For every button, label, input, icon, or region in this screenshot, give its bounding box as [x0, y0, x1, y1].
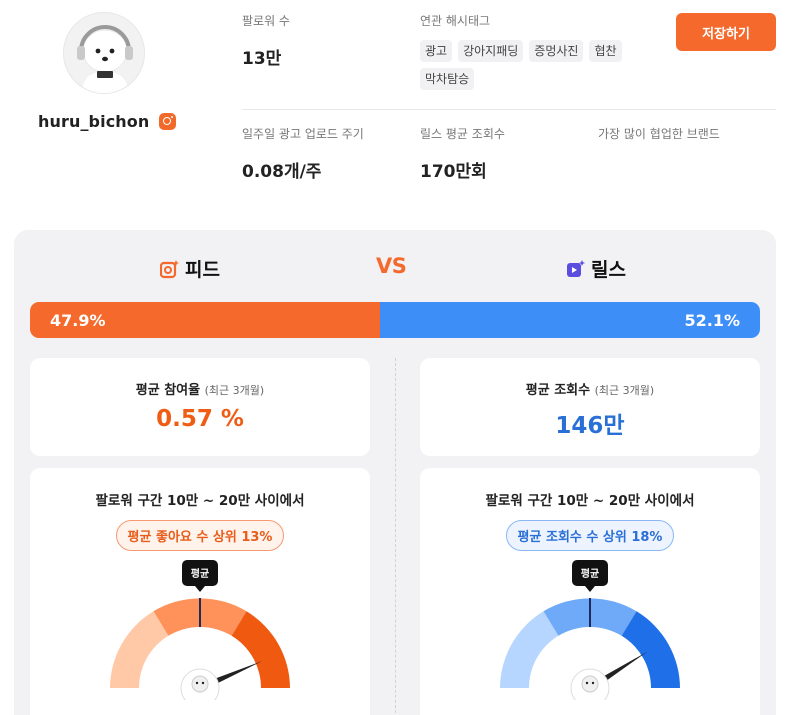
- feed-header: 피드: [160, 255, 220, 282]
- reels-views-label: 릴스 평균 조회수: [420, 127, 505, 141]
- gauge-segment: [110, 611, 169, 688]
- reels-gauge: 평균: [500, 560, 680, 700]
- reels-header: 릴스: [566, 255, 626, 282]
- average-tag-text: 평균: [581, 567, 599, 580]
- ad-upload-value: 0.08개/주: [242, 162, 322, 182]
- feed-rank-badge: 평균 좋아요 수 상위 13%: [115, 520, 285, 551]
- hashtag-chip[interactable]: 강아지패딩: [458, 40, 524, 62]
- views-title-text: 평균 조회수: [525, 383, 591, 398]
- hashtag-chip[interactable]: 광고: [420, 40, 453, 62]
- engagement-title: 평균 참여율 (최근 3개월): [30, 379, 370, 398]
- column-divider: [395, 358, 396, 715]
- feed-gauge: 평균: [110, 560, 290, 700]
- reels-title: 릴스: [591, 259, 626, 281]
- feed-share-label: 47.9%: [50, 310, 106, 330]
- engagement-title-text: 평균 참여율: [135, 383, 201, 398]
- gauge-segment: [621, 611, 680, 688]
- ad-upload-label: 일주일 광고 업로드 주기: [242, 127, 364, 141]
- feed-icon: [160, 259, 180, 278]
- username: huru_bichon: [38, 112, 150, 131]
- feed-title: 피드: [185, 259, 220, 281]
- bichon-avatar-image: [64, 13, 144, 93]
- hashtag-list: 광고 강아지패딩 증멍사진 협찬 막차탐승: [420, 40, 660, 90]
- reels-rank-title: 팔로워 구간 10만 ~ 20만 사이에서: [485, 493, 695, 509]
- feed-engagement-card: 평균 참여율 (최근 3개월) 0.57 %: [30, 358, 370, 456]
- hashtag-chip[interactable]: 협찬: [589, 40, 622, 62]
- header-divider: [242, 109, 776, 110]
- average-tag-text: 평균: [191, 567, 209, 580]
- top-brand-label: 가장 많이 협업한 브랜드: [598, 127, 720, 141]
- reels-share-segment: 52.1%: [379, 302, 760, 338]
- hashtags-label: 연관 해시태그: [420, 14, 491, 28]
- reels-views-value: 170만회: [420, 162, 487, 182]
- hashtag-chip[interactable]: 증멍사진: [529, 40, 584, 62]
- reels-rank-badge: 평균 조회수 수 상위 18%: [505, 520, 675, 551]
- feed-rank-card: 팔로워 구간 10만 ~ 20만 사이에서 평균 좋아요 수 상위 13% 평균: [30, 468, 370, 715]
- vs-label: VS: [376, 254, 407, 278]
- views-value: 146만: [555, 413, 625, 439]
- reels-rank-card: 팔로워 구간 10만 ~ 20만 사이에서 평균 조회수 수 상위 18% 평균: [420, 468, 760, 715]
- instagram-icon[interactable]: [159, 113, 177, 130]
- save-button[interactable]: 저장하기: [676, 13, 776, 51]
- reels-icon: [567, 259, 586, 277]
- followers-label: 팔로워 수: [242, 14, 290, 28]
- reels-views-card: 평균 조회수 (최근 3개월) 146만: [420, 358, 760, 456]
- engagement-value: 0.57 %: [156, 406, 244, 432]
- feed-share-segment: 47.9%: [30, 302, 380, 338]
- views-title: 평균 조회수 (최근 3개월): [420, 379, 760, 398]
- username-row: huru_bichon: [38, 112, 177, 131]
- feed-rank-title: 팔로워 구간 10만 ~ 20만 사이에서: [95, 493, 305, 509]
- feed-reels-share-bar: 47.9% 52.1%: [30, 302, 760, 338]
- profile-avatar: [63, 12, 145, 94]
- followers-value: 13만: [242, 49, 282, 69]
- gauge-segment: [231, 611, 290, 688]
- views-period: (최근 3개월): [594, 384, 655, 397]
- hashtag-chip[interactable]: 막차탐승: [420, 68, 475, 90]
- engagement-period: (최근 3개월): [204, 384, 265, 397]
- reels-share-label: 52.1%: [684, 310, 740, 330]
- gauge-segment: [500, 611, 559, 688]
